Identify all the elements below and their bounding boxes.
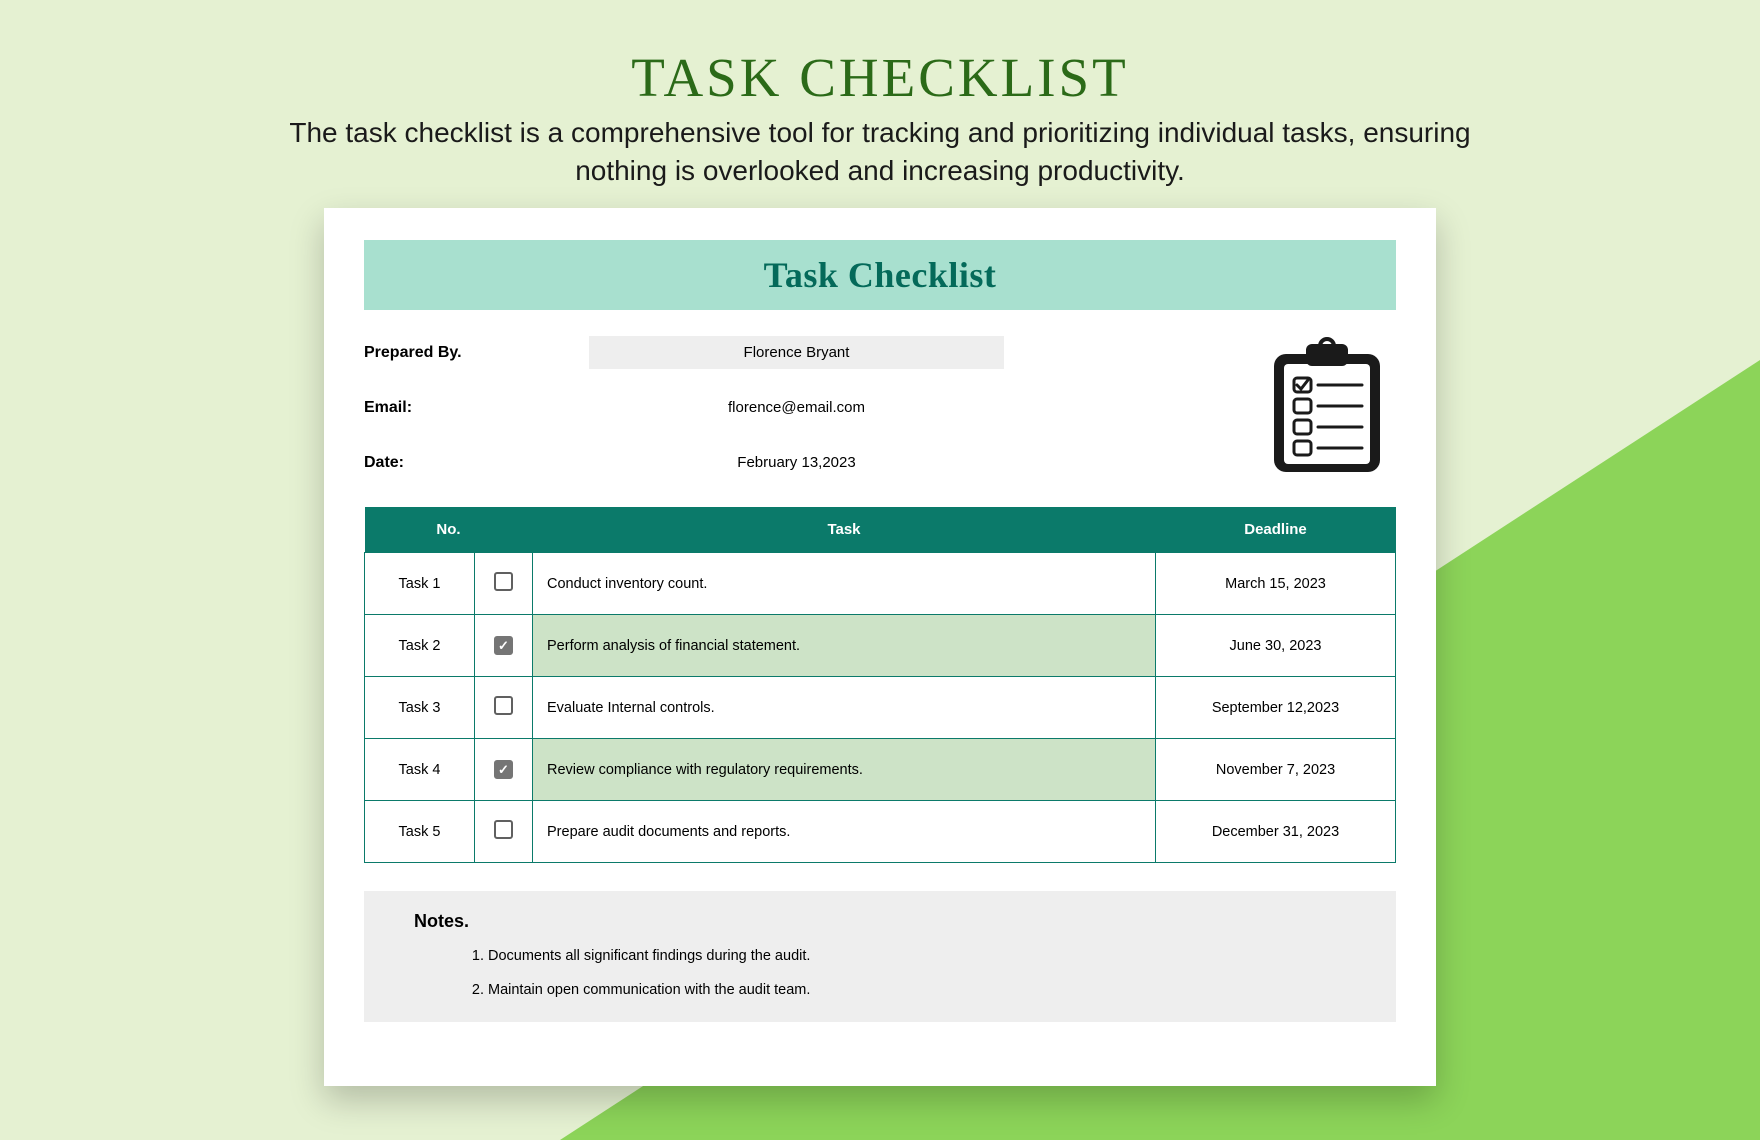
task-checkbox[interactable] — [494, 696, 513, 715]
email-label: Email: — [364, 399, 589, 417]
page-subtitle: The task checklist is a comprehensive to… — [245, 114, 1515, 190]
note-item: Documents all significant findings durin… — [488, 948, 1346, 964]
task-check-cell — [475, 801, 533, 863]
prepared-by-value: Florence Bryant — [589, 336, 1004, 369]
task-description: Conduct inventory count. — [533, 553, 1156, 615]
note-item: Maintain open communication with the aud… — [488, 982, 1346, 998]
document-card: Task Checklist Prepared By. Florence Bry… — [324, 208, 1436, 1086]
task-check-cell — [475, 677, 533, 739]
task-table: No. Task Deadline Task 1 Conduct inventor… — [364, 507, 1396, 863]
table-row: Task 4 Review compliance with regulatory … — [365, 739, 1396, 801]
page-title: TASK CHECKLIST — [0, 46, 1760, 109]
email-value: florence@email.com — [589, 391, 1004, 424]
task-description: Prepare audit documents and reports. — [533, 801, 1156, 863]
task-no: Task 2 — [365, 615, 475, 677]
task-checkbox[interactable] — [494, 820, 513, 839]
task-description: Review compliance with regulatory requir… — [533, 739, 1156, 801]
table-row: Task 2 Perform analysis of financial stat… — [365, 615, 1396, 677]
task-no: Task 5 — [365, 801, 475, 863]
clipboard-icon — [1262, 336, 1392, 476]
col-header-no: No. — [365, 507, 533, 553]
meta-grid: Prepared By. Florence Bryant Email: flor… — [364, 336, 1262, 479]
notes-block: Notes. Documents all significant finding… — [364, 891, 1396, 1022]
notes-heading: Notes. — [414, 911, 1346, 932]
task-deadline: March 15, 2023 — [1156, 553, 1396, 615]
task-deadline: September 12,2023 — [1156, 677, 1396, 739]
date-label: Date: — [364, 454, 589, 472]
col-header-deadline: Deadline — [1156, 507, 1396, 553]
date-value: February 13,2023 — [589, 446, 1004, 479]
task-checkbox[interactable] — [494, 636, 513, 655]
document-title-bar: Task Checklist — [364, 240, 1396, 310]
task-check-cell — [475, 739, 533, 801]
table-row: Task 1 Conduct inventory count.March 15, … — [365, 553, 1396, 615]
table-header-row: No. Task Deadline — [365, 507, 1396, 553]
notes-list: Documents all significant findings durin… — [414, 948, 1346, 998]
table-row: Task 5 Prepare audit documents and report… — [365, 801, 1396, 863]
prepared-by-label: Prepared By. — [364, 344, 589, 362]
task-deadline: June 30, 2023 — [1156, 615, 1396, 677]
task-deadline: November 7, 2023 — [1156, 739, 1396, 801]
task-checkbox[interactable] — [494, 572, 513, 591]
task-no: Task 4 — [365, 739, 475, 801]
task-no: Task 3 — [365, 677, 475, 739]
task-checkbox[interactable] — [494, 760, 513, 779]
task-description: Perform analysis of financial statement. — [533, 615, 1156, 677]
task-check-cell — [475, 615, 533, 677]
task-description: Evaluate Internal controls. — [533, 677, 1156, 739]
col-header-task: Task — [533, 507, 1156, 553]
document-title: Task Checklist — [764, 254, 997, 296]
table-row: Task 3 Evaluate Internal controls.Septemb… — [365, 677, 1396, 739]
task-deadline: December 31, 2023 — [1156, 801, 1396, 863]
task-check-cell — [475, 553, 533, 615]
task-no: Task 1 — [365, 553, 475, 615]
meta-area: Prepared By. Florence Bryant Email: flor… — [364, 336, 1396, 479]
